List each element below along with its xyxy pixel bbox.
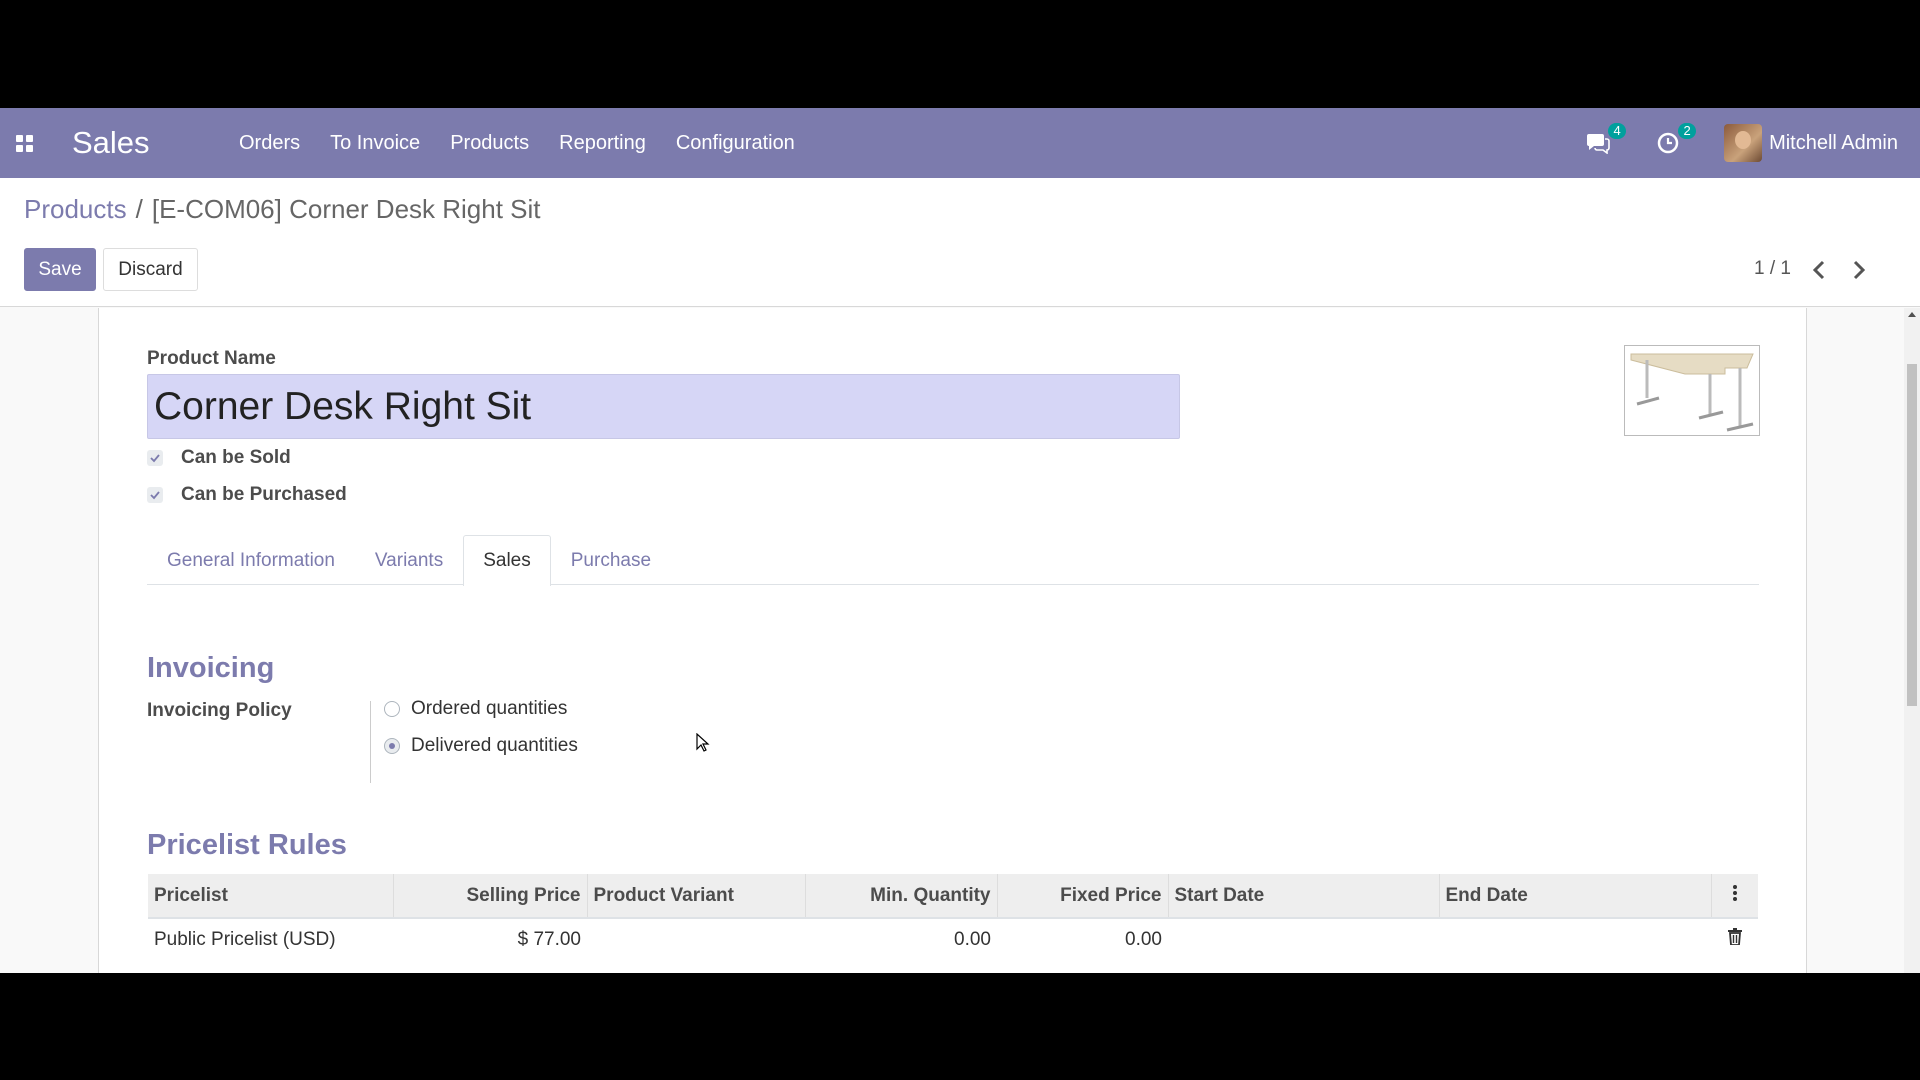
app-name[interactable]: Sales: [72, 125, 239, 161]
letterbox-top: [0, 0, 1920, 108]
invoicing-policy-label: Invoicing Policy: [147, 700, 292, 721]
menu-orders[interactable]: Orders: [239, 132, 300, 155]
mouse-cursor-icon: [696, 733, 710, 752]
can-be-sold-checkbox[interactable]: Can be Sold: [147, 447, 291, 469]
letterbox-bottom: [0, 973, 1920, 1080]
pager-previous-button[interactable]: [1804, 252, 1834, 288]
radio-icon: [384, 701, 400, 717]
breadcrumb-products-link[interactable]: Products: [24, 194, 127, 225]
product-name-input[interactable]: [147, 374, 1180, 439]
pager-next-button[interactable]: [1844, 252, 1874, 288]
product-image[interactable]: [1624, 345, 1760, 436]
breadcrumb-current: [E-COM06] Corner Desk Right Sit: [151, 194, 541, 224]
user-menu[interactable]: Mitchell Admin: [1724, 124, 1898, 162]
activities-badge: 2: [1678, 123, 1697, 139]
odoo-app: Sales Orders To Invoice Products Reporti…: [0, 108, 1920, 973]
control-panel: Products / [E-COM06] Corner Desk Right S…: [0, 178, 1920, 307]
cell-selling-price[interactable]: $ 77.00: [393, 918, 587, 960]
systray: 4 2 Mitchell Admin: [1584, 108, 1920, 178]
desk-image-icon: [1630, 353, 1754, 432]
invoicing-section-title: Invoicing: [147, 652, 275, 684]
tab-variants[interactable]: Variants: [355, 535, 463, 585]
menu-to-invoice[interactable]: To Invoice: [330, 132, 420, 155]
cell-start-date[interactable]: [1168, 918, 1439, 960]
tab-purchase[interactable]: Purchase: [551, 535, 671, 585]
tab-sales[interactable]: Sales: [463, 535, 551, 586]
menu-reporting[interactable]: Reporting: [559, 132, 646, 155]
can-be-purchased-label: Can be Purchased: [181, 484, 347, 505]
delete-row-button[interactable]: [1711, 918, 1758, 960]
vertical-ellipsis-icon: [1732, 884, 1737, 901]
can-be-sold-label: Can be Sold: [181, 447, 291, 468]
col-product-variant[interactable]: Product Variant: [587, 874, 806, 919]
col-start-date[interactable]: Start Date: [1168, 874, 1440, 919]
tab-general-information[interactable]: General Information: [147, 535, 355, 585]
messaging-menu[interactable]: 4: [1584, 123, 1627, 158]
optional-columns-toggle[interactable]: [1711, 874, 1758, 919]
radio-ordered-quantities[interactable]: Ordered quantities: [384, 698, 567, 720]
col-end-date[interactable]: End Date: [1439, 874, 1712, 919]
table-row[interactable]: Public Pricelist (USD) $ 77.00 0.00 0.00: [148, 918, 1758, 960]
checkbox-check-icon: [147, 450, 163, 466]
cell-end-date[interactable]: [1439, 918, 1711, 960]
discard-button[interactable]: Discard: [103, 248, 198, 291]
form-view: Product Name Can be Sold: [0, 308, 1920, 973]
trash-icon: [1727, 928, 1742, 951]
scroll-up-arrow-icon[interactable]: [1908, 312, 1916, 317]
notebook-tabs: General Information Variants Sales Purch…: [147, 535, 1759, 586]
messages-badge: 4: [1608, 123, 1627, 139]
top-menu: Orders To Invoice Products Reporting Con…: [239, 132, 825, 155]
col-min-quantity[interactable]: Min. Quantity: [805, 874, 998, 919]
main-navbar: Sales Orders To Invoice Products Reporti…: [0, 108, 1920, 178]
pricelist-rules-table: Pricelist Selling Price Product Variant …: [148, 874, 1758, 960]
pager-value[interactable]: 1 / 1: [1754, 258, 1791, 280]
menu-products[interactable]: Products: [450, 132, 529, 155]
cell-product-variant[interactable]: [587, 918, 805, 960]
radio-ordered-label: Ordered quantities: [411, 698, 568, 719]
pricelist-section-title: Pricelist Rules: [147, 829, 347, 861]
cell-pricelist[interactable]: Public Pricelist (USD): [148, 918, 393, 960]
chat-icon: [1587, 134, 1610, 154]
chevron-left-icon: [1812, 260, 1825, 280]
activity-menu[interactable]: 2: [1654, 123, 1697, 158]
form-sheet: Product Name Can be Sold: [98, 308, 1807, 973]
checkbox-check-icon: [147, 487, 163, 503]
save-button[interactable]: Save: [24, 248, 96, 291]
table-header-row: Pricelist Selling Price Product Variant …: [148, 874, 1758, 919]
radio-delivered-label: Delivered quantities: [411, 735, 578, 756]
radio-selected-icon: [384, 738, 400, 754]
can-be-purchased-checkbox[interactable]: Can be Purchased: [147, 484, 347, 506]
policy-divider: [370, 701, 371, 783]
product-name-label: Product Name: [147, 348, 276, 369]
radio-delivered-quantities[interactable]: Delivered quantities: [384, 735, 578, 757]
chevron-right-icon: [1853, 260, 1866, 280]
apps-menu-icon[interactable]: [0, 108, 48, 178]
col-pricelist[interactable]: Pricelist: [148, 874, 394, 919]
col-fixed-price[interactable]: Fixed Price: [997, 874, 1169, 919]
vertical-scrollbar[interactable]: [1904, 308, 1920, 973]
breadcrumb-separator: /: [135, 194, 143, 224]
cell-min-quantity[interactable]: 0.00: [805, 918, 997, 960]
menu-configuration[interactable]: Configuration: [676, 132, 795, 155]
user-name: Mitchell Admin: [1769, 131, 1898, 154]
breadcrumb: Products / [E-COM06] Corner Desk Right S…: [24, 194, 541, 225]
clock-icon: [1657, 132, 1679, 154]
avatar: [1724, 124, 1763, 162]
scrollbar-thumb[interactable]: [1907, 364, 1917, 706]
cell-fixed-price[interactable]: 0.00: [997, 918, 1168, 960]
col-selling-price[interactable]: Selling Price: [393, 874, 588, 919]
